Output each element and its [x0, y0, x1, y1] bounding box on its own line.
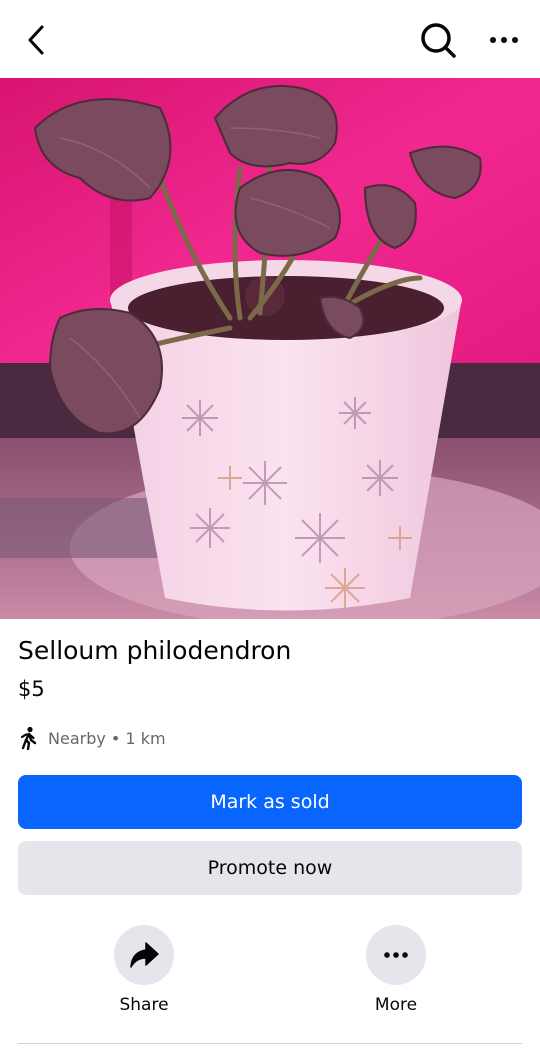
search-button[interactable]	[414, 16, 462, 64]
listing-title: Selloum philodendron	[18, 636, 292, 665]
search-icon	[421, 23, 456, 58]
chevron-left-icon	[28, 25, 44, 55]
more-horizontal-icon	[384, 952, 408, 958]
mark-as-sold-button[interactable]: Mark as sold	[18, 775, 522, 829]
more-action[interactable]: More	[336, 925, 456, 1015]
divider	[18, 1043, 522, 1044]
listing-photo[interactable]	[0, 78, 540, 619]
listing-price: $5	[18, 677, 45, 701]
share-arrow-icon	[130, 942, 159, 968]
location-text: Nearby • 1 km	[48, 728, 166, 748]
more-button[interactable]	[366, 925, 426, 985]
share-button[interactable]	[114, 925, 174, 985]
top-bar	[0, 0, 540, 78]
walking-person-icon	[20, 726, 37, 750]
back-button[interactable]	[14, 18, 58, 62]
more-horizontal-icon	[490, 37, 518, 43]
promote-now-button[interactable]: Promote now	[18, 841, 522, 895]
potted-plant-image	[0, 78, 540, 619]
more-options-button[interactable]	[480, 16, 528, 64]
more-label: More	[374, 995, 418, 1015]
share-action[interactable]: Share	[84, 925, 204, 1015]
listing-location: Nearby • 1 km	[18, 724, 166, 752]
share-label: Share	[119, 995, 169, 1015]
